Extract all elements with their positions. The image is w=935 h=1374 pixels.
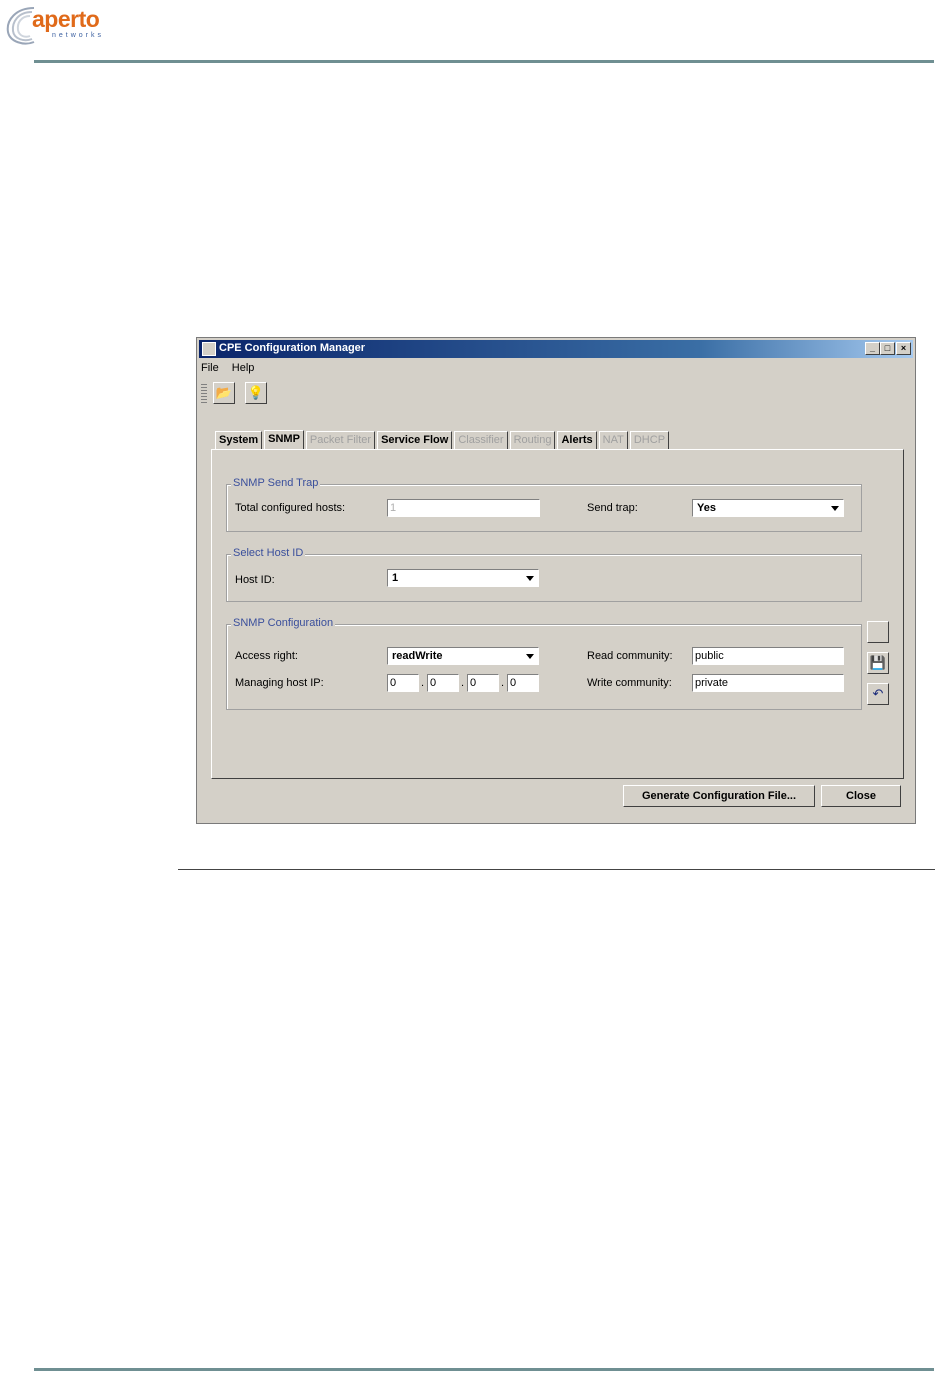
help-button[interactable]: 💡 xyxy=(245,382,267,404)
menu-bar: File Help xyxy=(201,362,264,378)
app-icon xyxy=(202,342,216,356)
title-bar[interactable]: CPE Configuration Manager _ □ × xyxy=(199,340,913,358)
managing-host-ip-label: Managing host IP: xyxy=(235,677,324,689)
snmp-configuration-group: SNMP Configuration Access right: readWri… xyxy=(226,617,862,710)
ip-octet-1-field[interactable]: 0 xyxy=(387,674,419,692)
undo-icon: ↶ xyxy=(872,686,884,701)
send-trap-value: Yes xyxy=(697,502,716,514)
blank-side-button xyxy=(867,621,889,643)
host-id-select[interactable]: 1 xyxy=(387,569,539,587)
chevron-down-icon xyxy=(526,654,534,659)
logo-subtext: networks xyxy=(52,32,105,39)
snmp-configuration-legend: SNMP Configuration xyxy=(231,617,336,629)
tab-dhcp: DHCP xyxy=(629,431,670,450)
close-window-button[interactable]: × xyxy=(896,342,911,355)
host-id-label: Host ID: xyxy=(235,574,275,586)
tab-packet-filter: Packet Filter xyxy=(305,431,376,450)
access-right-label: Access right: xyxy=(235,650,298,662)
select-host-legend: Select Host ID xyxy=(231,547,306,559)
tab-strip: System SNMP Packet Filter Service Flow Class… xyxy=(215,430,671,450)
maximize-button[interactable]: □ xyxy=(880,342,895,355)
snmp-send-trap-legend: SNMP Send Trap xyxy=(231,477,321,489)
header-rule xyxy=(34,60,934,63)
ip-octet-3-field[interactable]: 0 xyxy=(467,674,499,692)
ip-octet-4-field[interactable]: 0 xyxy=(507,674,539,692)
host-id-value: 1 xyxy=(392,572,399,584)
minimize-button[interactable]: _ xyxy=(865,342,880,355)
window-title: CPE Configuration Manager xyxy=(219,342,366,354)
aperto-logo: aperto networks xyxy=(4,4,144,48)
write-community-label: Write community: xyxy=(587,677,672,689)
generate-config-button[interactable]: Generate Configuration File... xyxy=(623,785,815,807)
ip-dot: . xyxy=(461,677,465,689)
ip-octet-2-field[interactable]: 0 xyxy=(427,674,459,692)
tab-snmp[interactable]: SNMP xyxy=(264,430,304,450)
close-button[interactable]: Close xyxy=(821,785,901,807)
menu-help[interactable]: Help xyxy=(232,362,255,374)
access-right-value: readWrite xyxy=(392,650,443,662)
floppy-save-icon: 💾 xyxy=(869,655,887,670)
footer-rule xyxy=(34,1368,934,1371)
ip-dot: . xyxy=(501,677,505,689)
total-hosts-field: 1 xyxy=(387,499,540,517)
total-hosts-label: Total configured hosts: xyxy=(235,502,346,514)
ip-dot: . xyxy=(421,677,425,689)
content-divider xyxy=(178,869,935,870)
send-trap-select[interactable]: Yes xyxy=(692,499,844,517)
access-right-select[interactable]: readWrite xyxy=(387,647,539,665)
save-button[interactable]: 💾 xyxy=(867,652,889,674)
menu-file[interactable]: File xyxy=(201,362,219,374)
folder-open-icon: 📂 xyxy=(215,385,233,400)
select-host-group: Select Host ID Host ID: 1 xyxy=(226,547,862,602)
snmp-tab-panel: SNMP Send Trap Total configured hosts: 1… xyxy=(211,449,904,779)
write-community-field[interactable]: private xyxy=(692,674,844,692)
tab-routing: Routing xyxy=(509,431,556,450)
tab-classifier: Classifier xyxy=(454,431,508,450)
chevron-down-icon xyxy=(526,576,534,581)
lightbulb-help-icon: 💡 xyxy=(247,385,265,400)
undo-button[interactable]: ↶ xyxy=(867,683,889,705)
snmp-send-trap-group: SNMP Send Trap Total configured hosts: 1… xyxy=(226,477,862,532)
read-community-label: Read community: xyxy=(587,650,673,662)
send-trap-label: Send trap: xyxy=(587,502,638,514)
toolbar-grip[interactable] xyxy=(201,384,207,404)
chevron-down-icon xyxy=(831,506,839,511)
cpe-config-window: CPE Configuration Manager _ □ × File Hel… xyxy=(196,337,916,824)
tab-system[interactable]: System xyxy=(215,431,263,450)
tab-service-flow[interactable]: Service Flow xyxy=(377,431,453,450)
logo-text: aperto xyxy=(32,6,100,32)
read-community-field[interactable]: public xyxy=(692,647,844,665)
tab-nat: NAT xyxy=(598,431,628,450)
open-button[interactable]: 📂 xyxy=(213,382,235,404)
tab-alerts[interactable]: Alerts xyxy=(557,431,597,450)
